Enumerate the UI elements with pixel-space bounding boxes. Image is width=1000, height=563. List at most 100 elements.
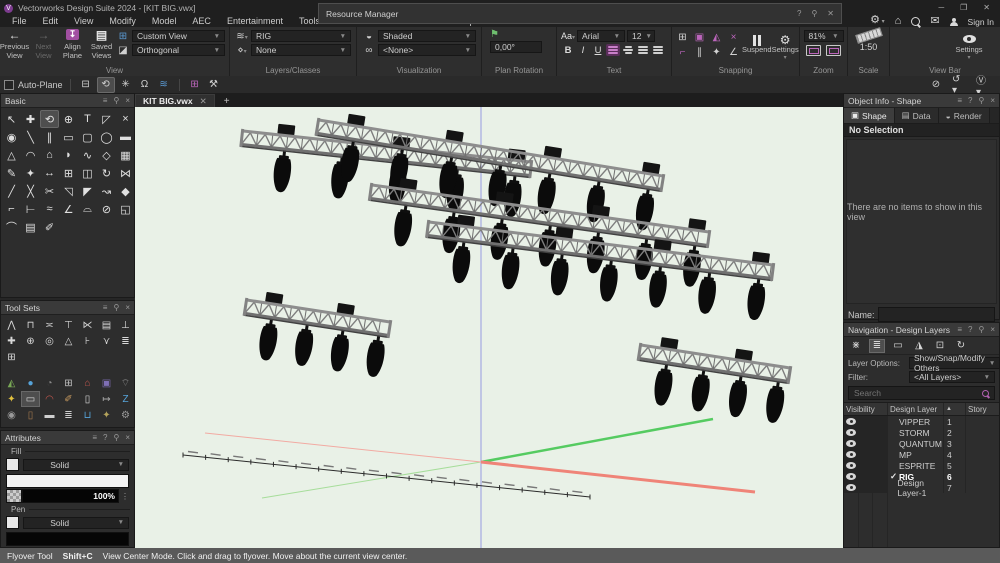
eye-icon[interactable]: [846, 462, 856, 469]
text-tool[interactable]: T: [78, 110, 97, 128]
minimize-button[interactable]: ─: [938, 3, 944, 12]
palette-close-icon[interactable]: ×: [990, 325, 995, 334]
align-left-button[interactable]: [606, 44, 620, 56]
bold-button[interactable]: B: [561, 44, 575, 56]
classes-icon[interactable]: ◮: [911, 339, 927, 353]
extrude-tool[interactable]: ◆: [116, 182, 135, 200]
saved-views-button[interactable]: ▤Saved Views: [87, 27, 116, 60]
pen-swatch[interactable]: [6, 516, 19, 529]
smart-point-icon[interactable]: ×: [725, 30, 742, 45]
menu-entertainment[interactable]: Entertainment: [219, 16, 291, 26]
tab-render[interactable]: ◒Render: [939, 108, 990, 123]
layer-name-cell[interactable]: QUANTUM: [888, 438, 944, 449]
grid-snap-icon[interactable]: ⊞: [674, 30, 691, 45]
rounded-rectangle-tool[interactable]: ▢: [78, 128, 97, 146]
menu-aec[interactable]: AEC: [184, 16, 219, 26]
menu-edit[interactable]: Edit: [35, 16, 67, 26]
layers-icon[interactable]: ≋▾: [235, 31, 249, 42]
space-planning-toolset-icon[interactable]: ⊞: [59, 375, 78, 391]
rotate-tool[interactable]: ↻: [97, 164, 116, 182]
wall-tool[interactable]: ▬: [116, 128, 135, 146]
viewports-icon[interactable]: ⊡: [932, 339, 948, 353]
building-tool[interactable]: ⌂: [40, 146, 59, 164]
document-tab[interactable]: KIT BIG.vwx ✕: [135, 94, 215, 107]
detailing-toolset-icon[interactable]: ⌔: [116, 375, 135, 391]
layer-table-header[interactable]: Visibility Design Layer ▲ Story: [844, 402, 999, 416]
layer-plane-icon[interactable]: ≋: [156, 78, 172, 92]
snapping-settings-button[interactable]: ⚙ Settings ▾: [772, 30, 799, 62]
reshape-tool[interactable]: ◫: [78, 164, 97, 182]
render-glasses-icon[interactable]: ∞: [362, 45, 376, 56]
video-screen-tool[interactable]: ⊦: [78, 333, 97, 349]
eye-icon[interactable]: [846, 418, 856, 425]
sheet-layers-icon[interactable]: ▭: [890, 339, 906, 353]
opacity-options-icon[interactable]: ⋮: [119, 492, 129, 501]
tab-shape[interactable]: ▣Shape: [844, 108, 895, 123]
pen-color-bar[interactable]: [6, 532, 129, 546]
layer-name-cell[interactable]: Design Layer-1: [888, 482, 944, 493]
angle-snap-icon[interactable]: ◭: [708, 30, 725, 45]
diameter-dimension-tool[interactable]: ⊘: [97, 200, 116, 218]
smart-edge-icon[interactable]: ∠: [725, 45, 742, 60]
palette-close-icon[interactable]: ×: [990, 96, 995, 105]
drawing-canvas[interactable]: [135, 107, 843, 548]
lasso-tool[interactable]: ◠: [21, 146, 40, 164]
mechanical-toolset-icon[interactable]: ⚙: [116, 407, 135, 423]
layer-row[interactable]: Design Layer-17: [844, 482, 999, 493]
machine-design-toolset-icon[interactable]: ✐: [59, 391, 78, 407]
align-center-button[interactable]: [621, 44, 635, 56]
layer-row[interactable]: VIPPER1: [844, 416, 999, 427]
ruler-toolset-icon[interactable]: ▬: [40, 407, 59, 423]
snap-loupe-icon[interactable]: ✳: [118, 78, 134, 92]
menu-view[interactable]: View: [66, 16, 101, 26]
dims-notes-toolset-icon[interactable]: ▭: [21, 391, 40, 407]
freehand-tool[interactable]: ∿: [78, 146, 97, 164]
render-teapot-icon[interactable]: ◒: [362, 31, 376, 42]
working-plane-snap-icon[interactable]: ⌐: [674, 45, 691, 60]
view-bar-settings-button[interactable]: Settings ▾: [952, 30, 986, 62]
irrigation-toolset-icon[interactable]: ●: [21, 375, 40, 391]
render-mode-select[interactable]: Shaded▼: [378, 30, 476, 42]
previous-view-history-icon[interactable]: ↺ ▾: [952, 78, 968, 92]
search-icon[interactable]: [911, 17, 920, 26]
layer-filter-select[interactable]: <All Layers>▼: [909, 371, 995, 383]
trim-tool[interactable]: ╳: [21, 182, 40, 200]
underline-button[interactable]: U: [591, 44, 605, 56]
sign-in-link[interactable]: Sign In: [968, 17, 994, 27]
clamp-tool[interactable]: ⊓: [21, 317, 40, 333]
flyover-mode-icon[interactable]: ⟲: [97, 77, 115, 93]
references-icon[interactable]: ⋇: [848, 339, 864, 353]
fill-color-bar[interactable]: [6, 474, 129, 488]
rectangle-tool[interactable]: ▭: [59, 128, 78, 146]
saved-views-icon[interactable]: ↻: [953, 339, 969, 353]
stage-toolset-icon[interactable]: ◠: [40, 391, 59, 407]
user-icon[interactable]: [950, 18, 958, 26]
fill-swatch[interactable]: [6, 458, 19, 471]
grid-tool[interactable]: ⊞: [2, 349, 21, 365]
object-name-input[interactable]: [878, 307, 995, 322]
tab-close-icon[interactable]: ✕: [200, 96, 207, 107]
fit-page-icon[interactable]: [806, 45, 821, 56]
palette-pin-icon[interactable]: ⚲: [978, 325, 984, 334]
zoom-level-select[interactable]: 81%▼: [804, 30, 844, 42]
close-button[interactable]: ✕: [983, 3, 990, 12]
font-select[interactable]: Arial▼: [577, 30, 625, 42]
fill-opacity-bar[interactable]: 100%: [22, 489, 119, 503]
layer-options-select[interactable]: Show/Snap/Modify Others▼: [909, 357, 1000, 369]
utility-tools-icon[interactable]: ⚒: [206, 78, 222, 92]
oval-tool[interactable]: ◯: [97, 128, 116, 146]
layer-row[interactable]: MP4: [844, 449, 999, 460]
plan-rotation-input[interactable]: [490, 41, 542, 53]
parallel-snap-icon[interactable]: ∥: [691, 45, 708, 60]
align-plane-button[interactable]: ↧Align Plane: [58, 27, 87, 60]
current-view-select[interactable]: Custom View▼: [132, 30, 225, 42]
double-line-tool[interactable]: ∥: [40, 128, 59, 146]
wand-tool[interactable]: ✦: [21, 164, 40, 182]
extend-tool[interactable]: ↝: [97, 182, 116, 200]
stagehand-tool[interactable]: ✐: [40, 218, 59, 236]
layer-visibility-cell[interactable]: [844, 416, 888, 427]
layer-name-cell[interactable]: VIPPER: [888, 416, 944, 427]
fill-opacity-icon[interactable]: [6, 489, 22, 503]
hang-position-tool[interactable]: ⋉: [78, 317, 97, 333]
palette-menu-icon[interactable]: ≡: [103, 303, 108, 312]
